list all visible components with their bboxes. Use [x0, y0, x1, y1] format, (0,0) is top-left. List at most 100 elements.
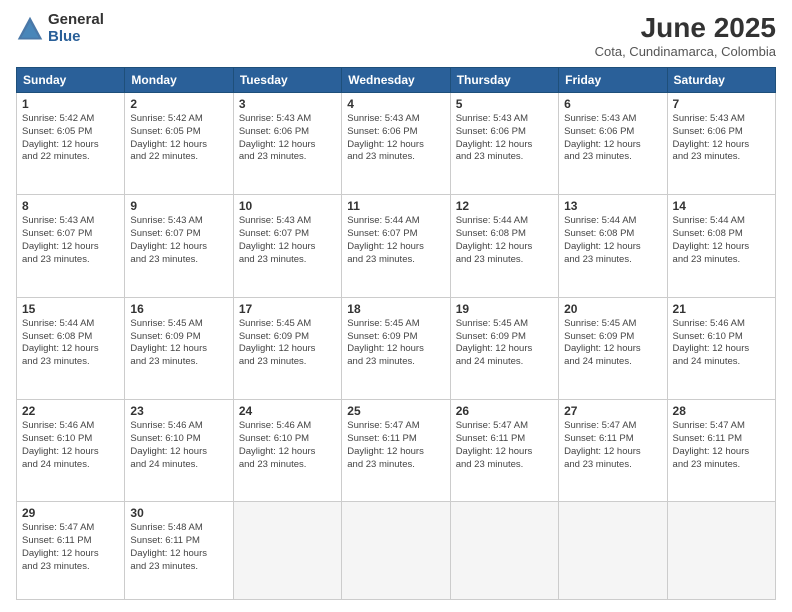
day-number: 21 [673, 302, 770, 316]
day-number: 7 [673, 97, 770, 111]
day-info: Sunrise: 5:43 AMSunset: 6:06 PMDaylight:… [564, 113, 661, 164]
day-info: Sunrise: 5:45 AMSunset: 6:09 PMDaylight:… [239, 318, 336, 369]
calendar-week-row: 1 Sunrise: 5:42 AMSunset: 6:05 PMDaylight… [17, 93, 776, 195]
calendar-week-row: 8 Sunrise: 5:43 AMSunset: 6:07 PMDaylight… [17, 195, 776, 297]
day-number: 24 [239, 404, 336, 418]
table-row: 21 Sunrise: 5:46 AMSunset: 6:10 PMDayligh… [667, 297, 775, 399]
table-row: 2 Sunrise: 5:42 AMSunset: 6:05 PMDaylight… [125, 93, 233, 195]
day-info: Sunrise: 5:43 AMSunset: 6:07 PMDaylight:… [22, 215, 119, 266]
logo-general: General [48, 12, 104, 29]
day-info: Sunrise: 5:43 AMSunset: 6:06 PMDaylight:… [456, 113, 553, 164]
logo-blue: Blue [48, 29, 104, 46]
day-info: Sunrise: 5:47 AMSunset: 6:11 PMDaylight:… [347, 420, 444, 471]
day-number: 28 [673, 404, 770, 418]
table-row: 6 Sunrise: 5:43 AMSunset: 6:06 PMDaylight… [559, 93, 667, 195]
day-info: Sunrise: 5:43 AMSunset: 6:07 PMDaylight:… [130, 215, 227, 266]
day-number: 25 [347, 404, 444, 418]
day-number: 10 [239, 199, 336, 213]
table-row: 20 Sunrise: 5:45 AMSunset: 6:09 PMDayligh… [559, 297, 667, 399]
calendar-week-row: 15 Sunrise: 5:44 AMSunset: 6:08 PMDayligh… [17, 297, 776, 399]
table-row [559, 502, 667, 600]
day-number: 20 [564, 302, 661, 316]
col-saturday: Saturday [667, 68, 775, 93]
day-number: 16 [130, 302, 227, 316]
day-number: 6 [564, 97, 661, 111]
table-row: 23 Sunrise: 5:46 AMSunset: 6:10 PMDayligh… [125, 400, 233, 502]
table-row: 28 Sunrise: 5:47 AMSunset: 6:11 PMDayligh… [667, 400, 775, 502]
table-row: 25 Sunrise: 5:47 AMSunset: 6:11 PMDayligh… [342, 400, 450, 502]
day-info: Sunrise: 5:46 AMSunset: 6:10 PMDaylight:… [673, 318, 770, 369]
calendar-week-row: 22Sunrise: 5:46 AMSunset: 6:10 PMDayligh… [17, 400, 776, 502]
logo: General Blue [16, 12, 104, 45]
day-info: Sunrise: 5:44 AMSunset: 6:08 PMDaylight:… [456, 215, 553, 266]
day-info: Sunrise: 5:48 AMSunset: 6:11 PMDaylight:… [130, 522, 227, 573]
table-row: 22Sunrise: 5:46 AMSunset: 6:10 PMDayligh… [17, 400, 125, 502]
table-row: 11Sunrise: 5:44 AMSunset: 6:07 PMDayligh… [342, 195, 450, 297]
day-number: 29 [22, 506, 119, 520]
table-row: 26 Sunrise: 5:47 AMSunset: 6:11 PMDayligh… [450, 400, 558, 502]
day-number: 27 [564, 404, 661, 418]
table-row: 12 Sunrise: 5:44 AMSunset: 6:08 PMDayligh… [450, 195, 558, 297]
day-number: 5 [456, 97, 553, 111]
day-info: Sunrise: 5:46 AMSunset: 6:10 PMDaylight:… [130, 420, 227, 471]
day-info: Sunrise: 5:45 AMSunset: 6:09 PMDaylight:… [130, 318, 227, 369]
day-number: 14 [673, 199, 770, 213]
day-number: 12 [456, 199, 553, 213]
day-number: 1 [22, 97, 119, 111]
day-info: Sunrise: 5:47 AMSunset: 6:11 PMDaylight:… [673, 420, 770, 471]
day-info: Sunrise: 5:47 AMSunset: 6:11 PMDaylight:… [22, 522, 119, 573]
table-row: 8 Sunrise: 5:43 AMSunset: 6:07 PMDaylight… [17, 195, 125, 297]
day-number: 9 [130, 199, 227, 213]
day-info: Sunrise: 5:47 AMSunset: 6:11 PMDaylight:… [456, 420, 553, 471]
table-row [667, 502, 775, 600]
title-section: June 2025 Cota, Cundinamarca, Colombia [595, 12, 776, 59]
table-row: 27 Sunrise: 5:47 AMSunset: 6:11 PMDayligh… [559, 400, 667, 502]
table-row: 30Sunrise: 5:48 AMSunset: 6:11 PMDayligh… [125, 502, 233, 600]
table-row: 5 Sunrise: 5:43 AMSunset: 6:06 PMDaylight… [450, 93, 558, 195]
day-info: Sunrise: 5:47 AMSunset: 6:11 PMDaylight:… [564, 420, 661, 471]
day-info: Sunrise: 5:44 AMSunset: 6:08 PMDaylight:… [673, 215, 770, 266]
day-info: Sunrise: 5:42 AMSunset: 6:05 PMDaylight:… [22, 113, 119, 164]
table-row: 17Sunrise: 5:45 AMSunset: 6:09 PMDayligh… [233, 297, 341, 399]
table-row: 3Sunrise: 5:43 AMSunset: 6:06 PMDaylight… [233, 93, 341, 195]
location: Cota, Cundinamarca, Colombia [595, 44, 776, 59]
col-wednesday: Wednesday [342, 68, 450, 93]
day-number: 18 [347, 302, 444, 316]
day-info: Sunrise: 5:44 AMSunset: 6:07 PMDaylight:… [347, 215, 444, 266]
table-row: 9 Sunrise: 5:43 AMSunset: 6:07 PMDaylight… [125, 195, 233, 297]
month-title: June 2025 [595, 12, 776, 44]
table-row: 16 Sunrise: 5:45 AMSunset: 6:09 PMDayligh… [125, 297, 233, 399]
table-row: 13 Sunrise: 5:44 AMSunset: 6:08 PMDayligh… [559, 195, 667, 297]
table-row: 4Sunrise: 5:43 AMSunset: 6:06 PMDaylight… [342, 93, 450, 195]
day-info: Sunrise: 5:44 AMSunset: 6:08 PMDaylight:… [564, 215, 661, 266]
table-row: 15 Sunrise: 5:44 AMSunset: 6:08 PMDayligh… [17, 297, 125, 399]
table-row [233, 502, 341, 600]
day-info: Sunrise: 5:43 AMSunset: 6:07 PMDaylight:… [239, 215, 336, 266]
page: General Blue June 2025 Cota, Cundinamarc… [0, 0, 792, 612]
table-row: 7 Sunrise: 5:43 AMSunset: 6:06 PMDaylight… [667, 93, 775, 195]
day-info: Sunrise: 5:45 AMSunset: 6:09 PMDaylight:… [564, 318, 661, 369]
day-number: 23 [130, 404, 227, 418]
col-sunday: Sunday [17, 68, 125, 93]
logo-text: General Blue [48, 12, 104, 45]
table-row: 29 Sunrise: 5:47 AMSunset: 6:11 PMDayligh… [17, 502, 125, 600]
calendar-table: Sunday Monday Tuesday Wednesday Thursday… [16, 67, 776, 600]
day-number: 19 [456, 302, 553, 316]
day-number: 8 [22, 199, 119, 213]
day-info: Sunrise: 5:42 AMSunset: 6:05 PMDaylight:… [130, 113, 227, 164]
day-number: 2 [130, 97, 227, 111]
day-info: Sunrise: 5:44 AMSunset: 6:08 PMDaylight:… [22, 318, 119, 369]
col-monday: Monday [125, 68, 233, 93]
day-info: Sunrise: 5:43 AMSunset: 6:06 PMDaylight:… [673, 113, 770, 164]
table-row: 14 Sunrise: 5:44 AMSunset: 6:08 PMDayligh… [667, 195, 775, 297]
day-number: 26 [456, 404, 553, 418]
day-number: 13 [564, 199, 661, 213]
logo-icon [16, 15, 44, 43]
calendar-header-row: Sunday Monday Tuesday Wednesday Thursday… [17, 68, 776, 93]
day-info: Sunrise: 5:45 AMSunset: 6:09 PMDaylight:… [456, 318, 553, 369]
table-row [342, 502, 450, 600]
table-row [450, 502, 558, 600]
col-friday: Friday [559, 68, 667, 93]
calendar-week-row: 29 Sunrise: 5:47 AMSunset: 6:11 PMDayligh… [17, 502, 776, 600]
day-number: 15 [22, 302, 119, 316]
